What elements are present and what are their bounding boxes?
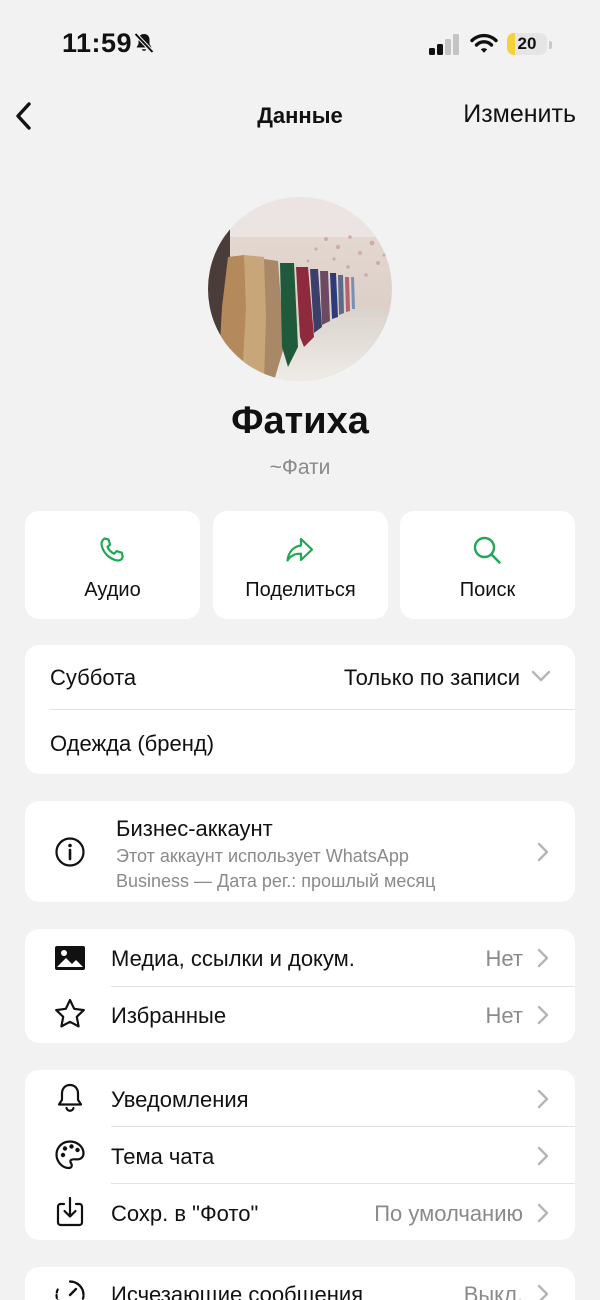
save-to-photos-label: Сохр. в "Фото" (111, 1201, 259, 1226)
status-time: 11:59 (62, 28, 133, 58)
disappearing-messages-card: Исчезающие сообщения Выкл. (25, 1267, 575, 1300)
business-account-desc-1: Этот аккаунт использует WhatsApp (116, 846, 409, 866)
starred-row[interactable]: Избранные Нет (25, 986, 575, 1043)
chevron-right-icon (537, 1005, 549, 1025)
battery-icon: 20 (507, 31, 552, 57)
avatar-photo (208, 197, 392, 381)
contact-name: Фатиха (231, 400, 369, 442)
business-account-card[interactable]: Бизнес-аккаунт Этот аккаунт использует W… (25, 801, 575, 902)
navigation-bar: Данные Изменить (0, 90, 600, 142)
search-icon (473, 536, 501, 564)
action-buttons: Аудио Поделиться Поиск (25, 511, 575, 619)
business-account-title: Бизнес-аккаунт (116, 816, 273, 841)
edit-button[interactable]: Изменить (463, 100, 576, 129)
audio-call-label: Аудио (84, 579, 141, 601)
contact-nickname: ~Фати (269, 456, 331, 479)
share-label: Поделиться (245, 579, 356, 601)
audio-call-button[interactable]: Аудио (25, 511, 200, 619)
business-category-row: Одежда (бренд) (25, 710, 575, 774)
bell-icon (57, 1083, 83, 1112)
business-category: Одежда (бренд) (50, 731, 215, 756)
hours-day: Суббота (50, 665, 137, 690)
battery-percent: 20 (517, 34, 537, 53)
disappearing-messages-label: Исчезающие сообщения (111, 1282, 364, 1300)
chevron-right-icon (537, 1146, 549, 1166)
chevron-right-icon (537, 1089, 549, 1109)
chevron-right-icon (537, 1284, 549, 1300)
chat-theme-label: Тема чата (111, 1144, 215, 1169)
hours-value: Только по записи (343, 665, 520, 690)
business-account-desc-2: Business — Дата рег.: прошлый месяц (116, 871, 436, 891)
starred-value: Нет (485, 1003, 523, 1028)
media-links-docs-label: Медиа, ссылки и докум. (111, 946, 355, 971)
notifications-label: Уведомления (111, 1087, 249, 1112)
palette-icon (55, 1140, 85, 1170)
chevron-right-icon (537, 842, 549, 862)
share-button[interactable]: Поделиться (213, 511, 388, 619)
media-links-docs-row[interactable]: Медиа, ссылки и докум. Нет (25, 929, 575, 986)
chevron-right-icon (537, 1203, 549, 1223)
disappearing-messages-row[interactable]: Исчезающие сообщения Выкл. (25, 1267, 575, 1300)
save-to-photos-value: По умолчанию (374, 1201, 523, 1226)
disappearing-messages-value: Выкл. (463, 1282, 523, 1300)
info-icon (55, 837, 85, 867)
download-icon (56, 1196, 84, 1227)
notifications-row[interactable]: Уведомления (25, 1070, 575, 1127)
save-to-photos-row[interactable]: Сохр. в "Фото" По умолчанию (25, 1184, 575, 1240)
avatar[interactable] (208, 197, 392, 381)
search-button[interactable]: Поиск (400, 511, 575, 619)
chat-settings-card: Уведомления Тема чата Сохр. в "Фото" По … (25, 1070, 575, 1240)
media-card: Медиа, ссылки и докум. Нет Избранные Нет (25, 929, 575, 1043)
wifi-icon (470, 33, 498, 53)
share-arrow-icon (286, 537, 314, 562)
business-hours-row[interactable]: Суббота Только по записи (25, 645, 575, 709)
business-info-card: Суббота Только по записи Одежда (бренд) (25, 645, 575, 774)
star-icon (55, 998, 85, 1028)
timer-icon (55, 1280, 85, 1300)
starred-label: Избранные (111, 1003, 227, 1028)
chevron-right-icon (537, 948, 549, 968)
phone-icon (100, 537, 124, 562)
media-links-docs-value: Нет (485, 946, 523, 971)
signal-icon (429, 34, 459, 55)
chevron-down-icon (531, 670, 551, 682)
image-icon (55, 946, 85, 970)
status-bar: 11:59 20 (0, 0, 600, 90)
chat-theme-row[interactable]: Тема чата (25, 1127, 575, 1184)
search-label: Поиск (459, 579, 516, 601)
bell-slash-icon (134, 32, 154, 54)
